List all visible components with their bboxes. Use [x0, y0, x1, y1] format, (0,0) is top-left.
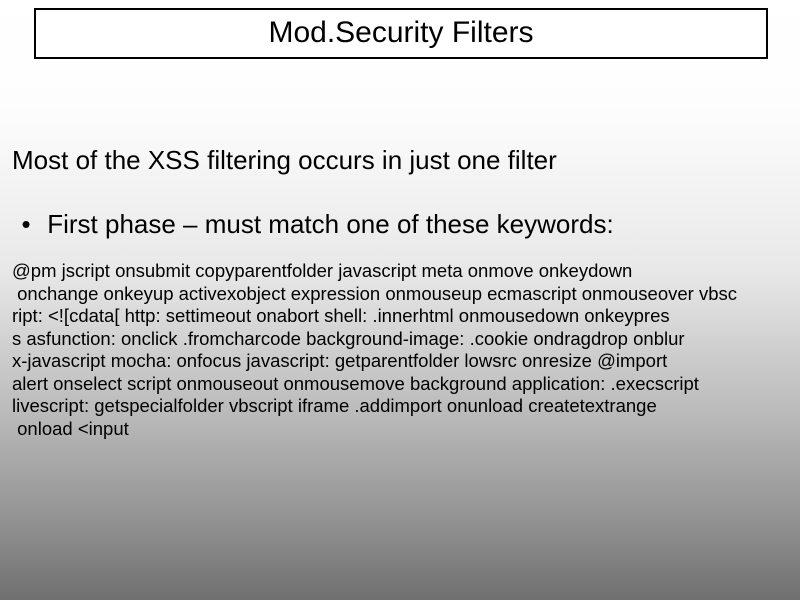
title-box: Mod.Security Filters [34, 8, 768, 59]
bullet-item: • First phase – must match one of these … [12, 210, 614, 240]
intro-text: Most of the XSS filtering occurs in just… [12, 146, 557, 176]
bullet-text: First phase – must match one of these ke… [47, 209, 613, 239]
keywords-block: @pm jscript onsubmit copyparentfolder ja… [12, 260, 737, 441]
bullet-dot: • [12, 210, 40, 240]
slide-title: Mod.Security Filters [268, 16, 533, 49]
